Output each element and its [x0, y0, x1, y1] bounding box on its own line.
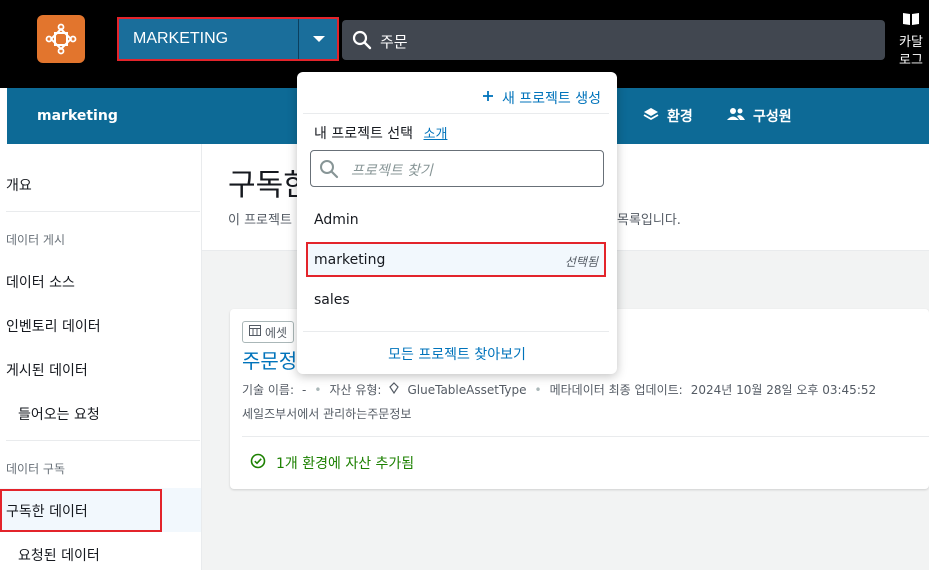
nav-members[interactable]: 구성원: [727, 106, 792, 126]
dropdown-divider: [303, 331, 609, 332]
dropdown-heading-label: 내 프로젝트 선택: [314, 126, 414, 142]
sidebar-divider: [6, 440, 200, 441]
sidebar-item-published-data[interactable]: 게시된 데이터: [6, 360, 88, 380]
sidebar-divider: [6, 211, 200, 212]
sidebar-item-subscribed-data[interactable]: 구독한 데이터: [6, 501, 88, 521]
asset-status: 1개 환경에 자산 추가됨: [250, 453, 414, 473]
meta-separator: •: [314, 382, 322, 397]
asset-status-label: 1개 환경에 자산 추가됨: [276, 456, 415, 472]
asset-metadata: 기술 이름: - • 자산 유형: GlueTableAssetType • 메…: [242, 381, 876, 398]
asset-badge-label: 에셋: [265, 325, 288, 340]
project-option-admin[interactable]: Admin: [314, 212, 359, 228]
catalog-link[interactable]: 카달 로그: [893, 12, 929, 72]
book-icon: [902, 13, 920, 30]
sidebar: 개요 데이터 게시 데이터 소스 인벤토리 데이터 게시된 데이터 들어오는 요…: [0, 144, 202, 570]
asset-badge: 에셋: [242, 321, 295, 343]
search-icon: [319, 159, 339, 183]
project-option-label: marketing: [314, 252, 386, 268]
browse-all-projects-link[interactable]: 모든 프로젝트 찾아보기: [297, 344, 617, 364]
datazone-logo-icon[interactable]: [37, 15, 85, 63]
project-dropdown: 새 프로젝트 생성 내 프로젝트 선택 소개 프로젝트 찾기 Admin mar…: [297, 72, 617, 374]
sidebar-section-publish: 데이터 게시: [6, 233, 66, 247]
asset-description: 세일즈부서에서 관리하는주문정보: [242, 407, 412, 421]
technical-name-value: -: [302, 382, 307, 397]
asset-type-label: 자산 유형:: [329, 383, 382, 397]
users-icon: [727, 107, 745, 125]
global-search-input[interactable]: 주문: [342, 20, 885, 60]
project-option-marketing[interactable]: marketing 선택됨: [306, 242, 606, 277]
nav-environments-label: 환경: [667, 109, 693, 125]
layers-icon: [643, 107, 659, 125]
search-value: 주문: [380, 33, 408, 51]
dropdown-heading: 내 프로젝트 선택 소개: [314, 123, 447, 143]
dropdown-divider: [303, 113, 609, 114]
technical-name-label: 기술 이름:: [242, 383, 295, 397]
project-option-sales[interactable]: sales: [314, 292, 350, 308]
plus-icon: [482, 90, 494, 106]
metadata-updated-value: 2024년 10월 28일 오후 03:45:52: [690, 383, 877, 397]
caret-down-icon[interactable]: [299, 19, 339, 59]
asset-title-link[interactable]: 주문정보: [242, 345, 300, 374]
project-search-input[interactable]: 프로젝트 찾기: [310, 150, 604, 187]
card-divider: [242, 436, 929, 437]
page-title: 구독한 데이터: [228, 168, 298, 203]
project-search-placeholder: 프로젝트 찾기: [351, 163, 433, 179]
nav-members-label: 구성원: [753, 109, 792, 125]
page-description-end: 목록입니다.: [617, 213, 681, 228]
nav-environments[interactable]: 환경: [643, 106, 693, 126]
page-description-start: 이 프로젝트: [228, 213, 292, 228]
catalog-label: 카달 로그: [899, 35, 923, 68]
create-project-label: 새 프로젝트 생성: [501, 91, 601, 107]
project-selector[interactable]: MARKETING: [117, 17, 339, 61]
intro-link[interactable]: 소개: [424, 127, 448, 142]
sidebar-section-subscribe: 데이터 구독: [6, 462, 66, 476]
meta-separator: •: [534, 382, 542, 397]
sidebar-item-requested-data[interactable]: 요청된 데이터: [18, 545, 100, 565]
project-name[interactable]: marketing: [37, 108, 118, 124]
sidebar-item-inventory-data[interactable]: 인벤토리 데이터: [6, 316, 101, 336]
selected-tag: 선택됨: [564, 255, 598, 269]
asset-type-value: GlueTableAssetType: [407, 382, 527, 397]
table-icon: [249, 325, 261, 339]
search-icon: [352, 30, 372, 54]
sidebar-item-data-sources[interactable]: 데이터 소스: [6, 272, 75, 292]
check-circle-icon: [250, 453, 266, 473]
metadata-updated-label: 메타데이터 최종 업데이트:: [549, 383, 683, 397]
asset-type-icon: [389, 382, 400, 397]
sidebar-item-overview[interactable]: 개요: [6, 175, 32, 195]
project-selector-value: MARKETING: [133, 30, 229, 47]
create-project-link[interactable]: 새 프로젝트 생성: [482, 88, 601, 108]
sidebar-item-incoming-requests[interactable]: 들어오는 요청: [18, 404, 100, 424]
